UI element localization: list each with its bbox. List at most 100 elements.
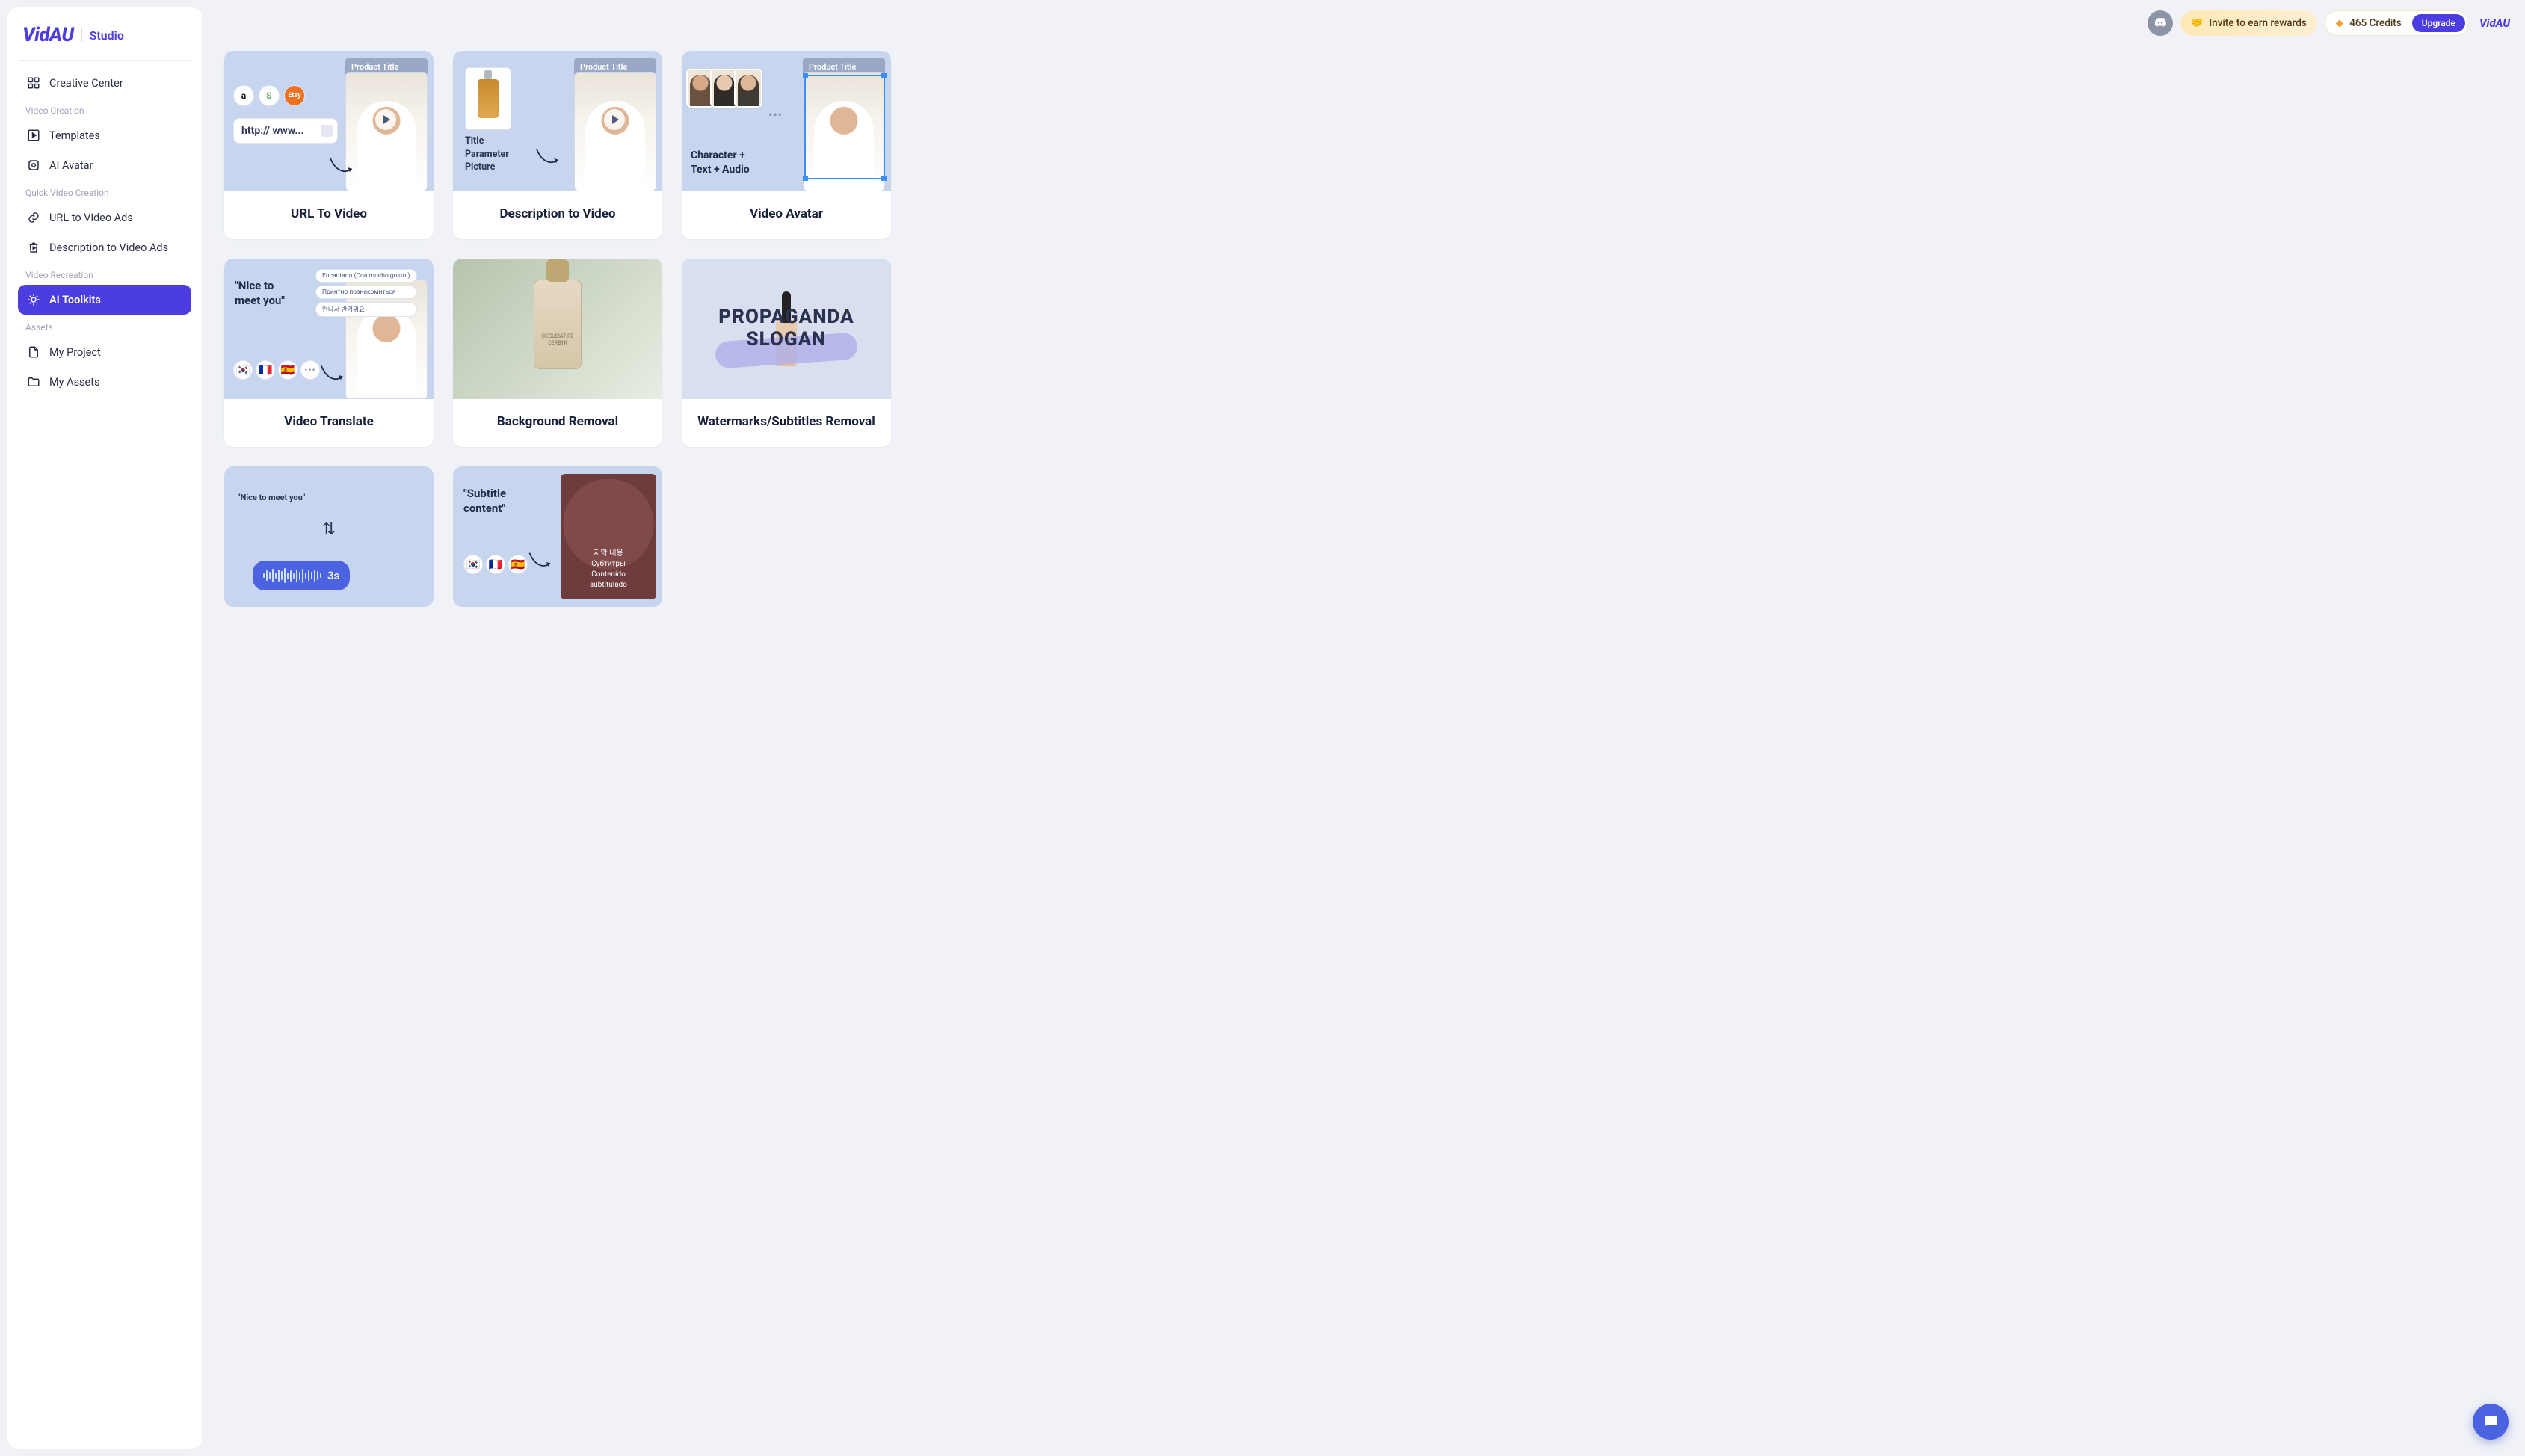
sidebar-item-creative-center[interactable]: Creative Center xyxy=(18,68,191,98)
credits-pill[interactable]: ◆ 465 Credits Upgrade xyxy=(2325,10,2469,36)
waveform-icon xyxy=(263,568,321,583)
nav-label: My Assets xyxy=(49,376,99,389)
card-title: Video Avatar xyxy=(682,191,891,239)
section-assets: Assets xyxy=(18,315,191,337)
arrow-icon xyxy=(528,552,555,574)
upgrade-button[interactable]: Upgrade xyxy=(2412,14,2465,32)
thumb: Product Title The detailed description, … xyxy=(453,51,662,191)
flag-fr-icon: 🇫🇷 xyxy=(256,360,275,380)
avatar-icon xyxy=(27,158,40,172)
sidebar-item-url-to-video-ads[interactable]: URL to Video Ads xyxy=(18,203,191,232)
file-icon xyxy=(27,345,40,359)
play-icon xyxy=(604,109,625,130)
chat-button[interactable] xyxy=(2473,1404,2509,1440)
brand-logo[interactable]: VidAU Studio xyxy=(18,21,191,57)
etsy-icon: Etsy xyxy=(284,85,305,106)
section-video-recreation: Video Recreation xyxy=(18,262,191,285)
brand-name: VidAU xyxy=(22,24,74,46)
flag-kr-icon: 🇰🇷 xyxy=(233,360,253,380)
card-watermark-removal[interactable]: PROPAGANDA SLOGAN Watermarks/Subtitles R… xyxy=(682,259,891,447)
thumb: CCCUSIATIRE CERB1K xyxy=(453,259,662,399)
sidebar-item-description-to-video-ads[interactable]: Description to Video Ads xyxy=(18,232,191,262)
swap-icon: ⇅ xyxy=(322,520,336,539)
marketplace-icons: a S Etsy xyxy=(233,85,338,106)
nav-label: Description to Video Ads xyxy=(49,241,168,254)
presenter-image xyxy=(345,72,428,191)
play-icon xyxy=(375,109,396,130)
nav-label: AI Toolkits xyxy=(49,294,101,306)
presenter-image xyxy=(574,72,656,191)
grid-icon xyxy=(27,76,40,90)
overlay-text: PROPAGANDA SLOGAN xyxy=(718,306,854,351)
subtitle-lines: 자막 내용 Субтитры Contenido subtitulado xyxy=(568,549,649,590)
credits-label: 465 Credits xyxy=(2349,17,2402,29)
sidebar-item-my-project[interactable]: My Project xyxy=(18,337,191,367)
selection-box xyxy=(804,75,885,179)
template-icon xyxy=(27,129,40,142)
card-video-avatar[interactable]: Product Title The detailed description, … xyxy=(682,51,891,239)
more-icon: ••• xyxy=(300,360,320,380)
card-title: Description to Video xyxy=(453,191,662,239)
thumb: Product Title The detailed description, … xyxy=(682,51,891,191)
flag-es-icon: 🇪🇸 xyxy=(278,360,297,380)
sparkle-icon xyxy=(27,293,40,306)
section-video-creation: Video Creation xyxy=(18,98,191,120)
audio-bubble: 3s xyxy=(253,561,350,590)
nav-label: AI Avatar xyxy=(49,159,93,172)
nav-label: Templates xyxy=(49,129,100,142)
wm-scene: PROPAGANDA SLOGAN xyxy=(682,259,891,399)
card-video-translate[interactable]: "Nice to meet you" Encantado.(Con mucho … xyxy=(224,259,434,447)
shopify-icon: S xyxy=(259,85,280,106)
thumb: "Subtitle content" 🇰🇷 🇫🇷 🇪🇸 자막 내용 Субтит… xyxy=(453,466,662,607)
flag-es-icon: 🇪🇸 xyxy=(508,555,528,574)
thumb: Product Title The detailed description, … xyxy=(224,51,434,191)
amazon-icon: a xyxy=(233,85,254,106)
nav-label: My Project xyxy=(49,346,101,359)
product-bottle: CCCUSIATIRE CERB1K xyxy=(534,280,582,369)
arrow-icon xyxy=(535,146,562,169)
card-description-to-video[interactable]: Product Title The detailed description, … xyxy=(453,51,662,239)
arrow-icon xyxy=(320,363,347,386)
brand-badge: VidAU xyxy=(2479,16,2510,30)
meta-lines: Title Parameter Picture xyxy=(465,135,511,174)
more-icon: ••• xyxy=(768,108,783,122)
translation-bubbles: Encantado.(Con mucho gusto.) Приятно поз… xyxy=(315,269,417,317)
card-url-to-video[interactable]: Product Title The detailed description, … xyxy=(224,51,434,239)
link-icon xyxy=(27,211,40,224)
avatar-options xyxy=(691,69,762,108)
bg-scene: CCCUSIATIRE CERB1K xyxy=(453,259,662,399)
thumb: "Nice to meet you" ⇅ 3s xyxy=(224,466,434,607)
folder-icon xyxy=(27,375,40,389)
avatar-caption: Character + Text + Audio xyxy=(691,149,750,178)
invite-label: Invite to earn rewards xyxy=(2209,17,2306,29)
sidebar-item-ai-toolkits[interactable]: AI Toolkits xyxy=(18,285,191,315)
bag-icon xyxy=(27,241,40,254)
sidebar-item-my-assets[interactable]: My Assets xyxy=(18,367,191,397)
brand-sub: Studio xyxy=(90,28,124,43)
card-title: Background Removal xyxy=(453,399,662,447)
card-title: Watermarks/Subtitles Removal xyxy=(682,399,891,447)
invite-button[interactable]: 🤝 Invite to earn rewards xyxy=(2180,10,2317,36)
thumb: "Nice to meet you" Encantado.(Con mucho … xyxy=(224,259,434,399)
flag-kr-icon: 🇰🇷 xyxy=(463,555,483,574)
divider xyxy=(81,28,82,42)
gift-icon: 🤝 xyxy=(2191,17,2204,29)
discord-button[interactable] xyxy=(2148,10,2173,36)
topbar: 🤝 Invite to earn rewards ◆ 465 Credits U… xyxy=(202,0,2525,43)
diamond-icon: ◆ xyxy=(2336,17,2343,29)
card-subtitle-translate[interactable]: "Subtitle content" 🇰🇷 🇫🇷 🇪🇸 자막 내용 Субтит… xyxy=(453,466,662,607)
card-background-removal[interactable]: CCCUSIATIRE CERB1K Background Removal xyxy=(453,259,662,447)
duration: 3s xyxy=(327,569,339,582)
sidebar-item-ai-avatar[interactable]: AI Avatar xyxy=(18,150,191,180)
nav-label: Creative Center xyxy=(49,77,123,90)
card-title: URL To Video xyxy=(224,191,434,239)
sidebar: VidAU Studio Creative Center Video Creat… xyxy=(7,7,202,1449)
divider xyxy=(18,60,191,61)
sidebar-item-templates[interactable]: Templates xyxy=(18,120,191,150)
nav-label: URL to Video Ads xyxy=(49,212,133,224)
flag-row: 🇰🇷 🇫🇷 🇪🇸 xyxy=(463,555,528,574)
content-area: Product Title The detailed description, … xyxy=(202,43,2525,1456)
card-audio-clone[interactable]: "Nice to meet you" ⇅ 3s xyxy=(224,466,434,607)
card-title: Video Translate xyxy=(224,399,434,447)
quote: "Nice to meet you" xyxy=(235,278,285,309)
